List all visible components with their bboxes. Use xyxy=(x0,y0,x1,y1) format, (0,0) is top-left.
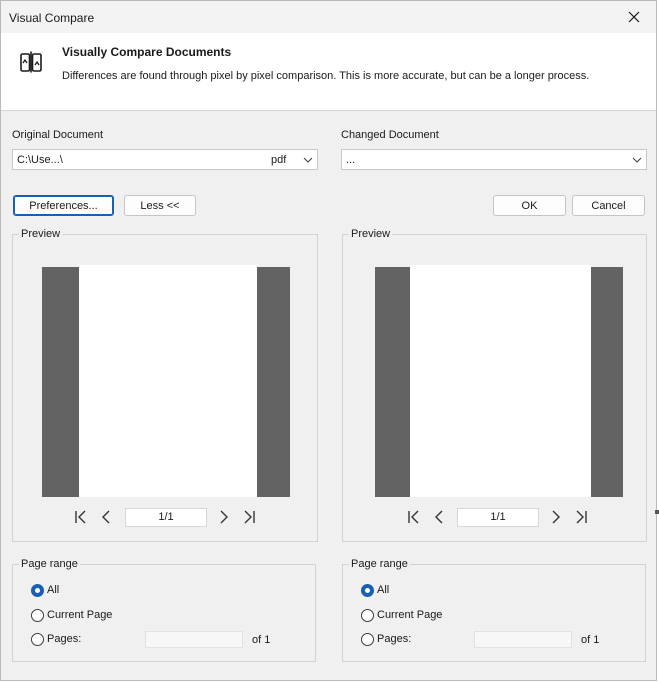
previous-page-icon[interactable] xyxy=(99,509,115,525)
close-icon xyxy=(628,11,640,23)
ok-button[interactable]: OK xyxy=(493,195,566,216)
original-range-all-label: All xyxy=(47,584,60,596)
original-preview-page xyxy=(79,265,257,497)
changed-pages-input[interactable] xyxy=(474,631,572,648)
dialog-header: Visually Compare Documents Differences a… xyxy=(1,33,656,111)
previous-page-icon[interactable] xyxy=(432,509,448,525)
original-document-extension: pdf xyxy=(271,154,287,166)
changed-range-pages-radio[interactable]: Pages: xyxy=(361,632,411,646)
original-preview-canvas xyxy=(42,265,290,497)
chevron-down-icon xyxy=(632,157,642,163)
chevron-down-icon xyxy=(303,157,313,163)
cancel-button[interactable]: Cancel xyxy=(572,195,645,216)
window-edge-marker xyxy=(655,510,659,514)
original-document-combo[interactable]: C:\Use...\ pdf xyxy=(12,149,318,170)
original-document-label: Original Document xyxy=(12,129,104,141)
original-document-path: C:\Use...\ xyxy=(17,154,63,166)
original-preview-label: Preview xyxy=(19,228,63,240)
original-range-pages-radio[interactable]: Pages: xyxy=(31,632,81,646)
original-range-current-label: Current Page xyxy=(47,609,113,621)
radio-checked-icon xyxy=(31,583,44,597)
changed-preview-label: Preview xyxy=(349,228,393,240)
changed-page-count: of 1 xyxy=(581,634,600,646)
changed-range-all-label: All xyxy=(377,584,390,596)
compare-documents-icon xyxy=(20,51,42,73)
original-range-pages-label: Pages: xyxy=(47,633,82,645)
changed-range-current-label: Current Page xyxy=(377,609,443,621)
title-bar: Visual Compare xyxy=(1,1,656,33)
radio-checked-icon xyxy=(361,583,374,597)
changed-document-label: Changed Document xyxy=(341,129,439,141)
original-page-count: of 1 xyxy=(252,634,271,646)
preferences-button[interactable]: Preferences... xyxy=(13,195,114,216)
changed-page-range-group: Page range All Current Page Pages: of 1 xyxy=(342,558,646,662)
last-page-icon[interactable] xyxy=(241,509,257,525)
first-page-icon[interactable] xyxy=(73,509,89,525)
next-page-icon[interactable] xyxy=(547,509,563,525)
original-page-range-title: Page range xyxy=(19,558,80,570)
radio-unchecked-icon xyxy=(361,632,374,646)
original-page-indicator[interactable]: 1/1 xyxy=(125,508,207,527)
changed-preview-page xyxy=(410,265,591,497)
close-button[interactable] xyxy=(612,1,656,33)
changed-preview-canvas xyxy=(375,265,623,497)
changed-page-indicator[interactable]: 1/1 xyxy=(457,508,539,527)
changed-range-current-radio[interactable]: Current Page xyxy=(361,608,442,622)
original-range-all-radio[interactable]: All xyxy=(31,583,59,597)
original-preview-group: Preview 1/1 xyxy=(12,228,318,542)
original-page-range-group: Page range All Current Page Pages: of 1 xyxy=(12,558,316,662)
next-page-icon[interactable] xyxy=(215,509,231,525)
visual-compare-dialog: Visual Compare Visually Compare Document… xyxy=(0,0,657,681)
header-title: Visually Compare Documents xyxy=(62,45,232,59)
changed-preview-group: Preview 1/1 xyxy=(342,228,647,542)
original-range-current-radio[interactable]: Current Page xyxy=(31,608,112,622)
radio-unchecked-icon xyxy=(31,608,44,622)
changed-document-combo[interactable]: ... xyxy=(341,149,647,170)
first-page-icon[interactable] xyxy=(406,509,422,525)
window-title: Visual Compare xyxy=(9,11,95,25)
changed-document-path: ... xyxy=(346,154,356,166)
radio-unchecked-icon xyxy=(361,608,374,622)
changed-range-all-radio[interactable]: All xyxy=(361,583,389,597)
less-button[interactable]: Less << xyxy=(124,195,196,216)
header-description: Differences are found through pixel by p… xyxy=(62,70,590,82)
changed-page-range-title: Page range xyxy=(349,558,410,570)
last-page-icon[interactable] xyxy=(573,509,589,525)
radio-unchecked-icon xyxy=(31,632,44,646)
changed-range-pages-label: Pages: xyxy=(377,633,412,645)
original-pages-input[interactable] xyxy=(145,631,243,648)
